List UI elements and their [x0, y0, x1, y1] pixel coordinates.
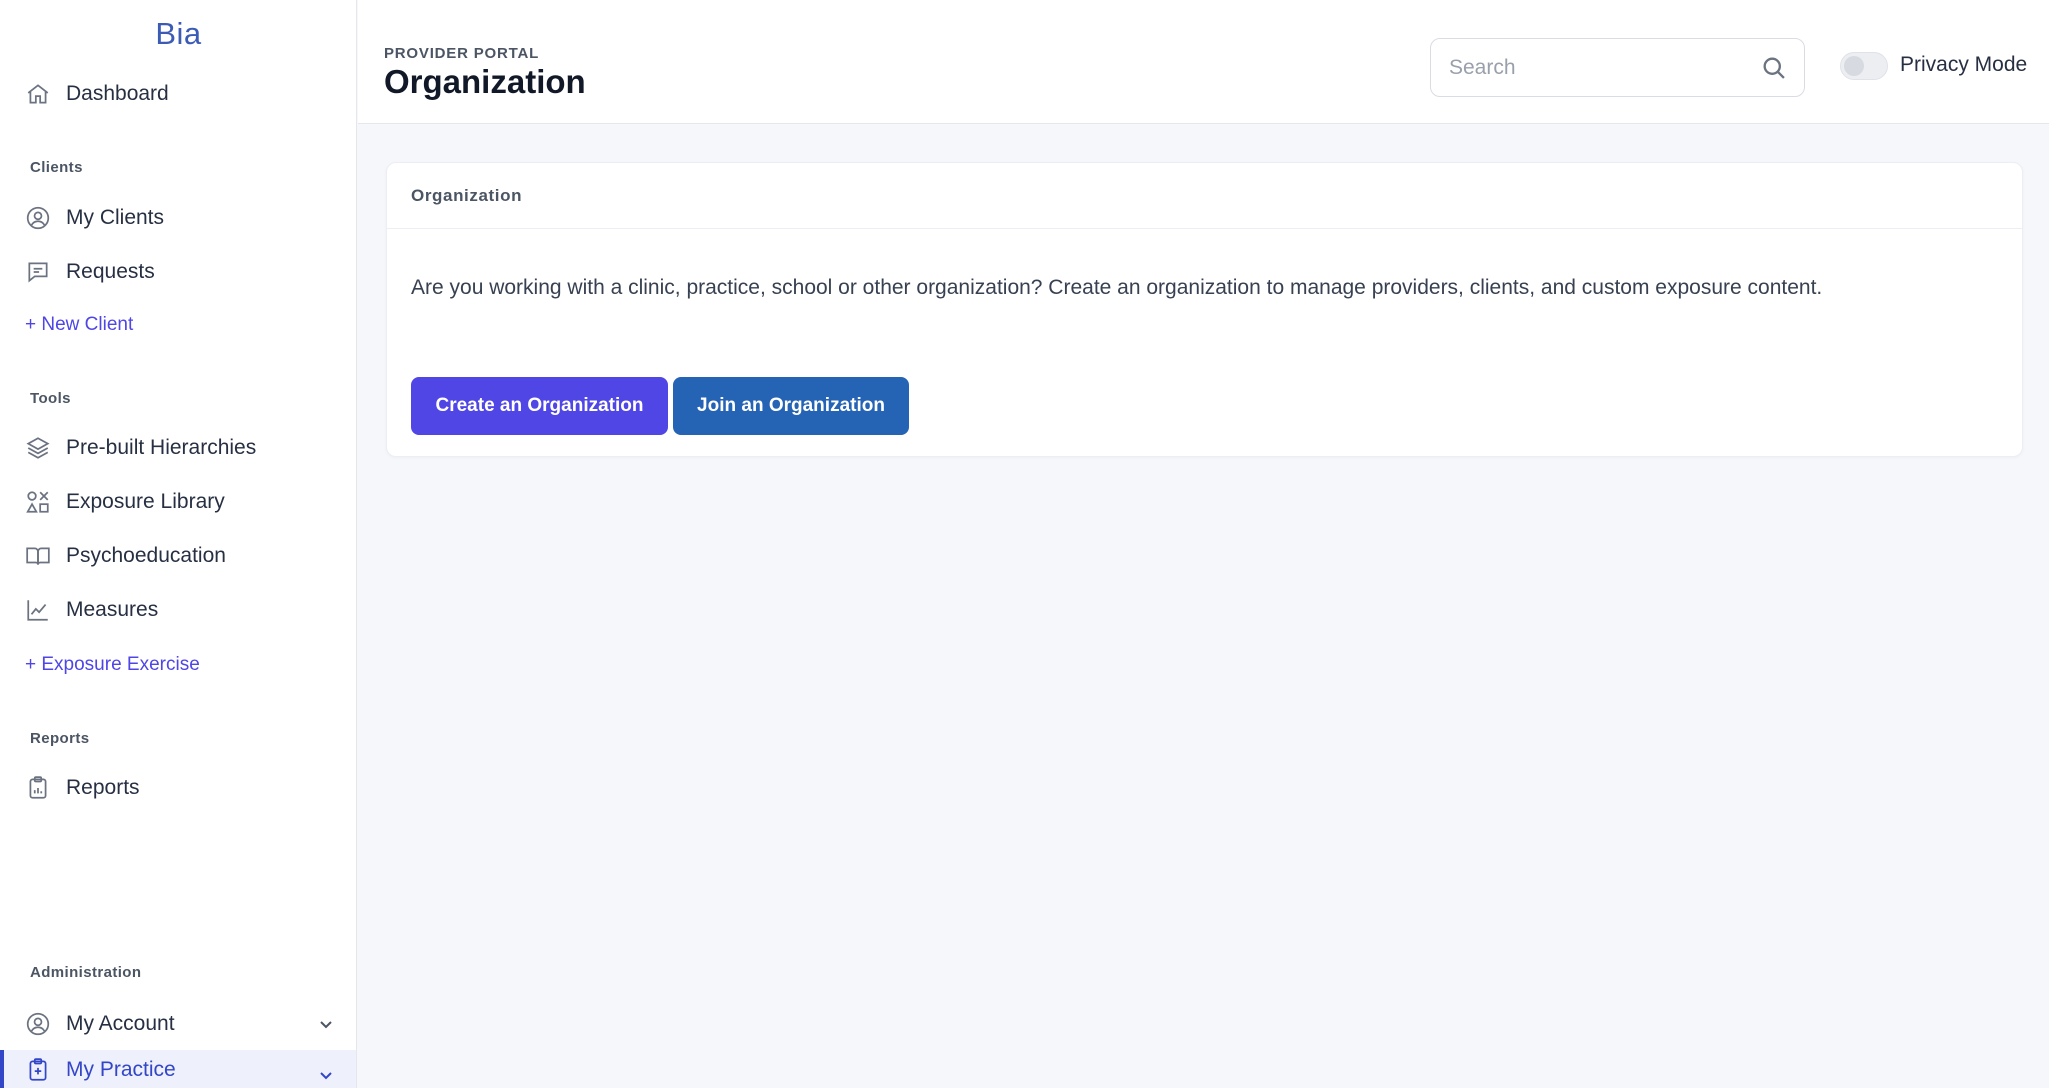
sidebar-item-my-practice-active[interactable]: My Practice: [0, 1050, 356, 1088]
shapes-icon: [24, 488, 52, 516]
sidebar: Bia Dashboard Clients My Clients Request…: [0, 0, 357, 1088]
sidebar-item-reports[interactable]: Reports: [24, 768, 140, 808]
join-organization-button[interactable]: Join an Organization: [673, 377, 909, 435]
sidebar-item-exposure-library[interactable]: Exposure Library: [24, 482, 225, 522]
home-icon: [24, 80, 52, 108]
sidebar-item-psychoeducation[interactable]: Psychoeducation: [24, 536, 226, 576]
search-icon[interactable]: [1760, 54, 1788, 82]
card-header: Organization: [387, 163, 2022, 229]
search-box[interactable]: [1430, 38, 1805, 97]
sidebar-item-label: My Account: [66, 1012, 175, 1035]
sidebar-item-label: Exposure Library: [66, 490, 225, 513]
create-organization-button[interactable]: Create an Organization: [411, 377, 668, 435]
card-title: Organization: [411, 185, 523, 205]
brand-logo[interactable]: Bia: [0, 16, 357, 52]
sidebar-item-label: Psychoeducation: [66, 544, 226, 567]
sidebar-item-label: Dashboard: [66, 82, 169, 105]
sidebar-item-label: Reports: [66, 776, 140, 799]
sidebar-item-label: Pre-built Hierarchies: [66, 436, 257, 459]
sidebar-item-requests[interactable]: Requests: [24, 252, 155, 292]
sidebar-item-dashboard[interactable]: Dashboard: [24, 74, 169, 114]
sidebar-item-my-practice[interactable]: My Practice: [24, 1050, 176, 1088]
user-circle-icon: [24, 204, 52, 232]
toggle-knob: [1844, 56, 1864, 76]
search-input[interactable]: [1449, 39, 1749, 96]
user-circle-icon: [24, 1010, 52, 1038]
sidebar-item-prebuilt-hierarchies[interactable]: Pre-built Hierarchies: [24, 428, 256, 468]
portal-eyebrow: PROVIDER PORTAL: [384, 45, 540, 62]
line-chart-icon: [24, 596, 52, 624]
new-client-link[interactable]: + New Client: [25, 314, 133, 336]
top-header: PROVIDER PORTAL Organization Privacy Mod…: [358, 0, 2049, 124]
book-open-icon: [24, 542, 52, 570]
page-title: Organization: [384, 63, 586, 100]
privacy-mode-label: Privacy Mode: [1900, 53, 2028, 76]
sidebar-item-measures[interactable]: Measures: [24, 590, 158, 630]
sidebar-item-my-account[interactable]: My Account: [24, 1004, 334, 1044]
section-title-tools: Tools: [30, 390, 71, 407]
section-title-reports: Reports: [30, 730, 90, 747]
chat-icon: [24, 258, 52, 286]
sidebar-item-label: My Clients: [66, 206, 165, 229]
clipboard-icon: [24, 774, 52, 802]
sidebar-item-my-clients[interactable]: My Clients: [24, 198, 164, 238]
sidebar-item-label: My Practice: [66, 1058, 176, 1081]
medical-clipboard-icon: [24, 1056, 52, 1084]
organization-card: Organization Are you working with a clin…: [386, 162, 2023, 457]
privacy-mode-toggle[interactable]: [1840, 52, 1888, 80]
chevron-down-icon[interactable]: [318, 1067, 334, 1083]
sidebar-item-label: Requests: [66, 260, 155, 283]
chevron-down-icon[interactable]: [318, 1016, 334, 1032]
layers-icon: [24, 434, 52, 462]
exposure-exercise-link[interactable]: + Exposure Exercise: [25, 654, 200, 676]
sidebar-item-label: Measures: [66, 598, 159, 621]
section-title-administration: Administration: [30, 964, 142, 981]
section-title-clients: Clients: [30, 159, 83, 176]
card-description: Are you working with a clinic, practice,…: [411, 276, 1823, 299]
